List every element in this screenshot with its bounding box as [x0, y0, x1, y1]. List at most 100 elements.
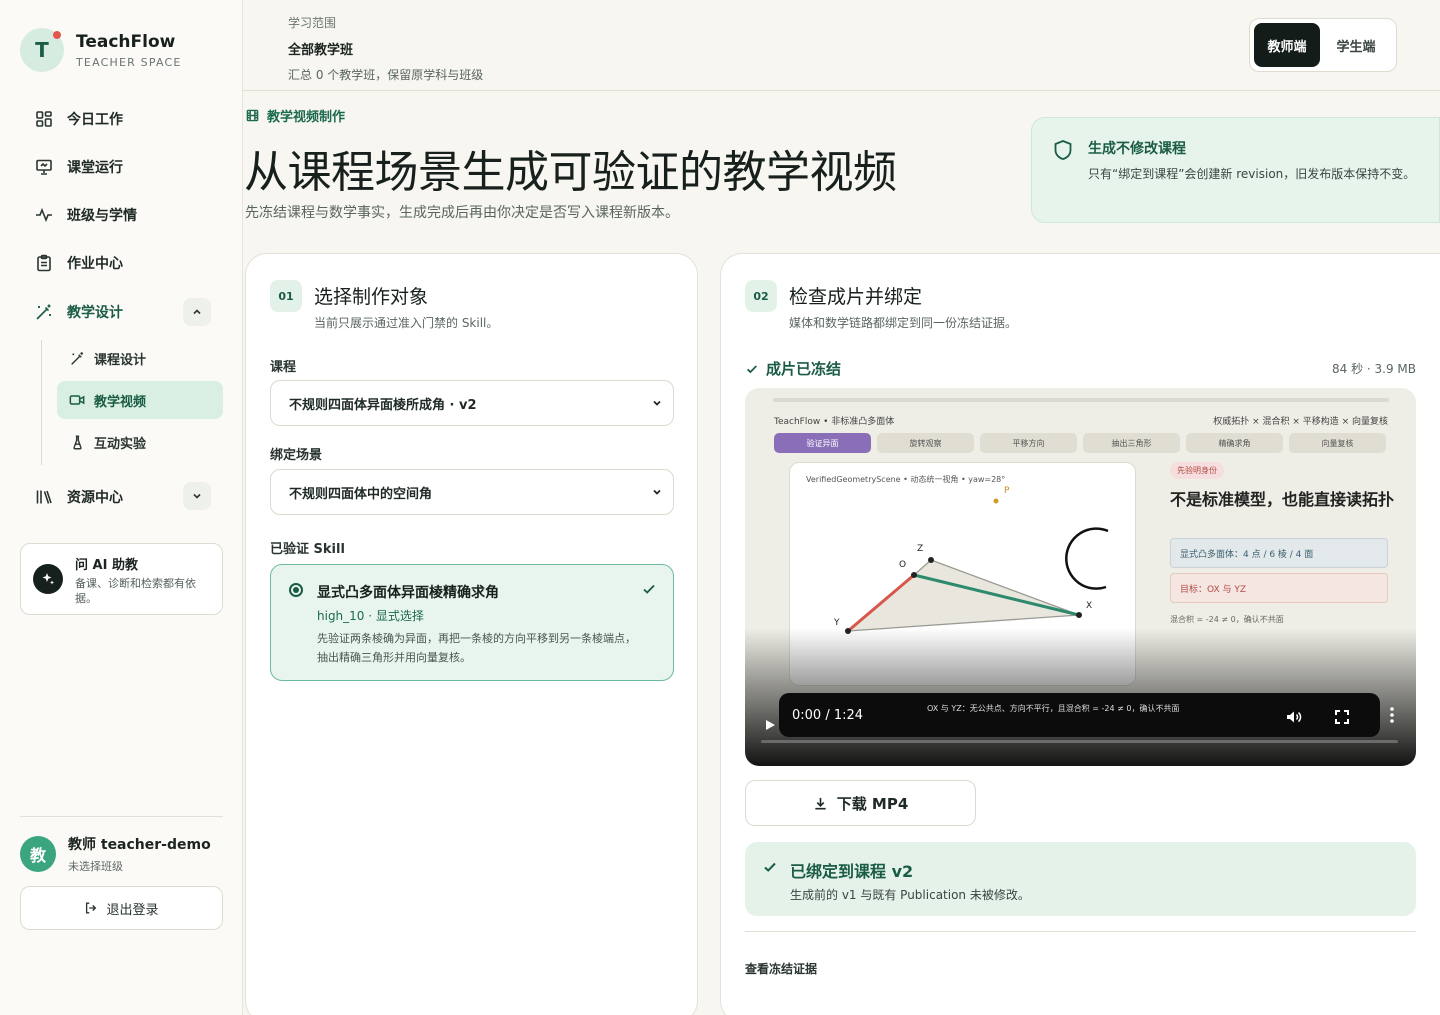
nav-item-today[interactable]: 今日工作 — [34, 109, 123, 129]
sidebar-item-interactive-lab[interactable]: 互动实验 — [57, 423, 223, 461]
logout-button[interactable]: 退出登录 — [20, 886, 223, 930]
step-badge: 01 — [270, 280, 302, 312]
sidebar-item-label: 教学视频 — [94, 394, 147, 410]
brand-subtitle: TEACHER SPACE — [76, 55, 182, 69]
step-subtitle: 媒体和数学链路都绑定到同一份冻结证据。 — [789, 316, 1018, 330]
nav-label-classroom: 课堂运行 — [67, 160, 123, 176]
sidebar: T TeachFlow TEACHER SPACE 今日工作 课堂运行 班级与学… — [0, 0, 243, 1015]
fullscreen-icon[interactable] — [1335, 709, 1349, 728]
sidebar-item-course-design[interactable]: 课程设计 — [57, 339, 223, 377]
teacher-role-button[interactable]: 教师端 — [1254, 23, 1320, 67]
page-subtitle: 先冻结课程与数学事实，生成完成后再由你决定是否写入课程新版本。 — [245, 205, 679, 221]
more-options-icon[interactable] — [1390, 707, 1394, 727]
video-frame-target: 目标：OX 与 YZ — [1170, 573, 1388, 603]
sidebar-divider — [20, 816, 223, 817]
skill-option[interactable]: 显式凸多面体异面棱精确求角 high_10 · 显式选择 先验证两条棱确为异面，… — [270, 564, 674, 681]
step-subtitle: 当前只展示通过准入门禁的 Skill。 — [314, 316, 499, 330]
scope-title: 全部教学班 — [288, 43, 354, 58]
nav-item-classroom[interactable]: 课堂运行 — [34, 157, 123, 177]
user-class-status: 未选择班级 — [68, 860, 123, 873]
video-frame-title: 不是标准模型，也能直接读拓扑 — [1170, 490, 1395, 509]
learning-scope: 学习范围 全部教学班 汇总 0 个教学班，保留原学科与班级 — [288, 14, 483, 83]
video-caption: OX 与 YZ：无公共点、方向不平行，且混合积 = -24 ≠ 0，确认不共面 — [927, 704, 1180, 713]
video-progress-bar[interactable] — [761, 740, 1398, 743]
step-title: 选择制作对象 — [314, 286, 429, 308]
skill-title: 显式凸多面体异面棱精确求角 — [317, 585, 499, 601]
scene-select[interactable]: 不规则四面体中的空间角 — [270, 469, 674, 515]
chevron-down-icon — [193, 493, 201, 499]
ai-assistant-title: 问 AI 助教 — [75, 558, 138, 573]
point-x-label: X — [1086, 601, 1092, 611]
bound-title: 已绑定到课程 v2 — [790, 862, 914, 881]
skill-label: 已验证 Skill — [270, 542, 345, 557]
magic-wand-icon — [34, 302, 54, 322]
chevron-down-icon — [653, 489, 661, 495]
nav-label-today: 今日工作 — [67, 112, 123, 128]
check-icon — [762, 859, 778, 879]
frozen-label: 成片已冻结 — [766, 360, 842, 378]
play-icon[interactable] — [764, 716, 776, 735]
film-icon — [246, 109, 259, 122]
ai-assistant-card[interactable]: 问 AI 助教 备课、诊断和检索都有依据。 — [20, 543, 223, 615]
video-frame-tab: 精确求角 — [1186, 433, 1283, 453]
scene-label: 绑定场景 — [270, 448, 323, 463]
resources-expand-button[interactable] — [183, 482, 211, 510]
sidebar-item-teaching-video[interactable]: 教学视频 — [57, 381, 223, 419]
scene-select-value: 不规则四面体中的空间角 — [289, 486, 433, 502]
clipboard-icon — [34, 253, 54, 273]
avatar: 教 — [20, 836, 56, 872]
course-select-value: 不规则四面体异面棱所成角 · v2 — [289, 397, 477, 413]
nav-label-resources: 资源中心 — [67, 490, 123, 506]
download-label: 下载 MP4 — [836, 794, 909, 813]
sparkles-icon — [33, 564, 63, 594]
library-icon — [34, 487, 54, 507]
download-icon — [813, 796, 828, 811]
video-camera-icon — [69, 392, 85, 408]
nav-label-class-insight: 班级与学情 — [67, 208, 137, 224]
page-eyebrow: 教学视频制作 — [246, 106, 345, 125]
brand[interactable]: T TeachFlow TEACHER SPACE — [20, 28, 182, 72]
nav-label-homework: 作业中心 — [67, 256, 123, 272]
nav-item-class-insight[interactable]: 班级与学情 — [34, 205, 137, 225]
view-frozen-evidence-link[interactable]: 查看冻结证据 — [745, 960, 817, 977]
role-toggle: 教师端 学生端 — [1249, 18, 1397, 72]
check-icon — [745, 362, 759, 376]
notice-card: 生成不修改课程 只有“绑定到课程”会创建新 revision，旧发布版本保持不变… — [1031, 117, 1440, 223]
video-frame-pill: 先验明身份 — [1170, 462, 1224, 479]
skill-desc: 先验证两条棱确为异面，再把一条棱的方向平移到另一条棱端点，抽出精确三角形并用向量… — [317, 632, 636, 664]
video-player[interactable]: TeachFlow • 非标准凸多面体 权威拓扑 × 混合积 × 平移构造 × … — [745, 388, 1416, 766]
presentation-icon — [34, 157, 54, 177]
user-profile: 教 教师 teacher-demo 未选择班级 — [20, 834, 211, 874]
nav-label-teaching-design: 教学设计 — [67, 305, 123, 321]
notice-title: 生成不修改课程 — [1088, 141, 1186, 157]
magic-wand-icon — [69, 350, 85, 366]
select-target-card: 01 选择制作对象 当前只展示通过准入门禁的 Skill。 课程 不规则四面体异… — [245, 253, 698, 1015]
video-time: 0:00 / 1:24 — [792, 708, 864, 723]
nav-item-homework[interactable]: 作业中心 — [34, 253, 123, 273]
ai-assistant-desc: 备课、诊断和检索都有依据。 — [75, 577, 196, 605]
user-name: 教师 teacher-demo — [68, 837, 211, 853]
sidebar-item-label: 互动实验 — [94, 436, 147, 452]
activity-icon — [34, 205, 54, 225]
nav-item-teaching-design[interactable]: 教学设计 — [34, 302, 123, 322]
eyebrow-label: 教学视频制作 — [267, 110, 346, 125]
point-y-label: Y — [833, 618, 840, 628]
skill-meta: high_10 · 显式选择 — [317, 609, 424, 623]
student-role-button[interactable]: 学生端 — [1320, 23, 1392, 67]
page-title: 从课程场景生成可验证的教学视频 — [244, 147, 897, 198]
teaching-design-collapse-button[interactable] — [183, 298, 211, 326]
chevron-up-icon — [193, 309, 201, 315]
flask-icon — [69, 434, 85, 450]
point-z-label: Z — [917, 544, 923, 554]
course-select[interactable]: 不规则四面体异面棱所成角 · v2 — [270, 380, 674, 426]
download-mp4-button[interactable]: 下载 MP4 — [745, 780, 976, 826]
logout-icon — [84, 901, 98, 915]
volume-icon[interactable] — [1285, 708, 1303, 730]
scope-summary: 汇总 0 个教学班，保留原学科与班级 — [288, 68, 484, 82]
nav-item-resources[interactable]: 资源中心 — [34, 487, 123, 507]
check-icon — [641, 581, 657, 601]
skill-radio[interactable] — [289, 583, 303, 597]
notice-desc: 只有“绑定到课程”会创建新 revision，旧发布版本保持不变。 — [1088, 167, 1416, 181]
review-bind-card: 02 检查成片并绑定 媒体和数学链路都绑定到同一份冻结证据。 成片已冻结 84 … — [720, 253, 1440, 1015]
header-divider — [243, 90, 1440, 91]
